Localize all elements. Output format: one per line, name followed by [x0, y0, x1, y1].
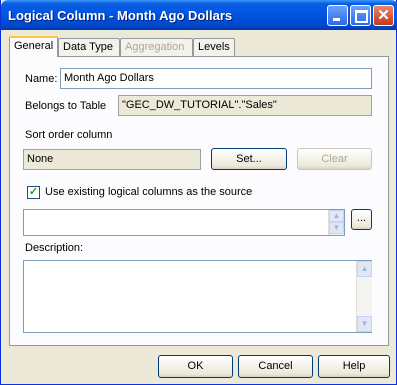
- help-button[interactable]: Help: [318, 355, 390, 378]
- minimize-button[interactable]: [327, 5, 348, 26]
- ok-button[interactable]: OK: [158, 355, 233, 378]
- minimize-icon: [333, 18, 340, 21]
- description-scroll-down-icon[interactable]: ▼: [357, 316, 372, 332]
- use-existing-label[interactable]: Use existing logical columns as the sour…: [45, 186, 252, 198]
- source-scroll-down-icon[interactable]: ▼: [329, 222, 344, 234]
- tab-data-type-label: Data Type: [63, 41, 113, 53]
- tab-aggregation: Aggregation: [120, 38, 193, 56]
- description-textarea[interactable]: ▲ ▼: [23, 260, 372, 333]
- cancel-button[interactable]: Cancel: [238, 355, 313, 378]
- close-button[interactable]: ✕: [373, 5, 394, 26]
- tab-general[interactable]: General: [9, 36, 58, 57]
- name-label: Name:: [25, 73, 58, 85]
- source-scrollbar[interactable]: ▲ ▼: [328, 210, 344, 235]
- tab-general-label: General: [14, 40, 54, 52]
- source-scroll-up-icon[interactable]: ▲: [329, 210, 344, 222]
- dialog-window: Logical Column - Month Ago Dollars ✕ Gen…: [0, 0, 397, 385]
- tab-levels[interactable]: Levels: [193, 38, 235, 56]
- sort-order-label: Sort order column: [25, 129, 113, 141]
- sort-order-field: None: [23, 149, 201, 170]
- description-scroll-up-icon[interactable]: ▲: [357, 261, 372, 277]
- clear-button: Clear: [297, 148, 372, 170]
- use-existing-checkbox[interactable]: ✓: [27, 186, 40, 199]
- window-title: Logical Column - Month Ago Dollars: [8, 8, 233, 23]
- maximize-icon: [355, 10, 368, 23]
- tab-levels-label: Levels: [198, 41, 230, 53]
- description-scrollbar[interactable]: ▲ ▼: [356, 261, 372, 332]
- title-bar[interactable]: Logical Column - Month Ago Dollars ✕: [1, 0, 397, 30]
- name-input[interactable]: Month Ago Dollars: [60, 68, 372, 89]
- close-icon: ✕: [377, 7, 390, 24]
- tab-data-type[interactable]: Data Type: [58, 38, 120, 56]
- tab-aggregation-label: Aggregation: [125, 41, 185, 53]
- set-button[interactable]: Set...: [211, 148, 287, 170]
- browse-ellipsis-button[interactable]: ...: [351, 209, 372, 230]
- belongs-to-table-field: "GEC_DW_TUTORIAL"."Sales": [118, 95, 372, 116]
- description-label: Description:: [25, 242, 84, 254]
- source-columns-field[interactable]: [23, 209, 345, 236]
- maximize-button[interactable]: [350, 5, 371, 26]
- belongs-to-table-label: Belongs to Table: [25, 100, 107, 112]
